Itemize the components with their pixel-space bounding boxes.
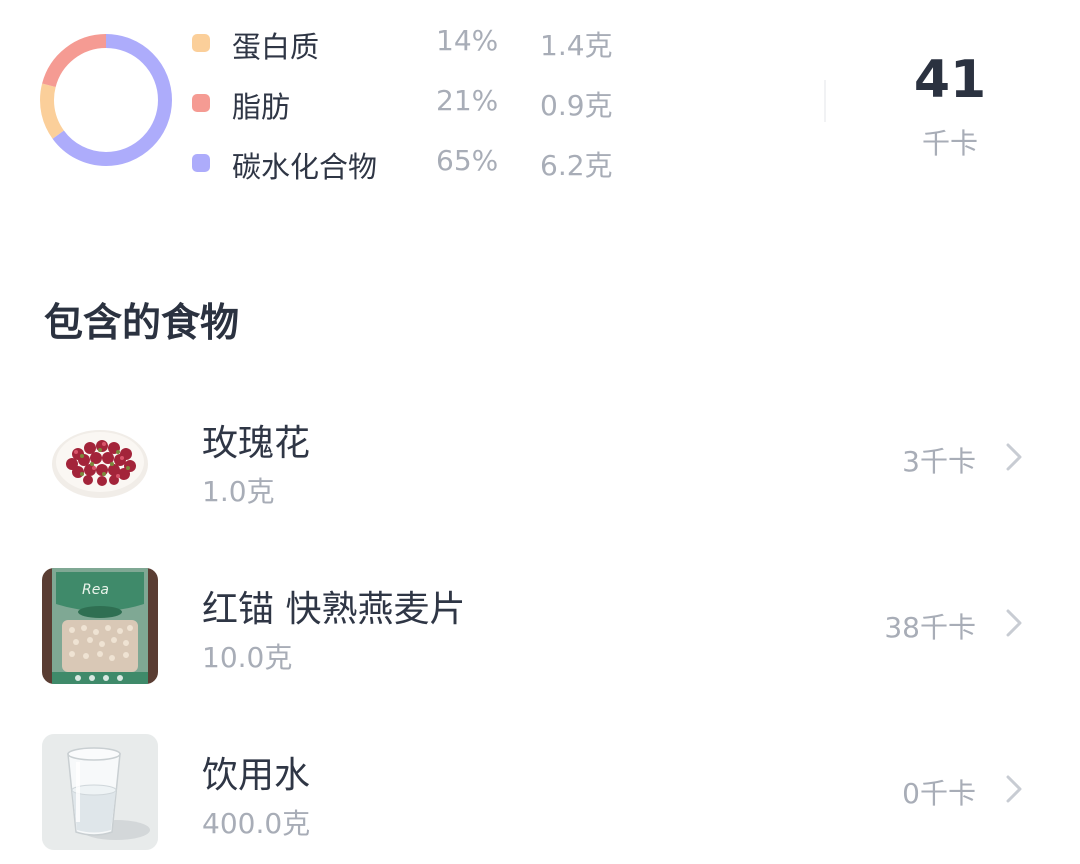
macro-label: 蛋白质 bbox=[232, 30, 320, 64]
macro-label: 脂肪 bbox=[232, 90, 291, 124]
total-calories-value: 41 bbox=[913, 50, 987, 110]
food-weight: 10.0克 bbox=[202, 641, 293, 674]
food-calories: 3千卡 bbox=[902, 445, 976, 478]
total-calories-unit: 千卡 bbox=[921, 127, 978, 160]
food-calories: 0千卡 bbox=[902, 777, 976, 810]
summary-divider bbox=[824, 80, 826, 122]
protein-legend-dot bbox=[192, 34, 210, 52]
macro-row-protein: 蛋白质 14% 1.4克 bbox=[192, 22, 632, 64]
chevron-right-icon bbox=[1006, 443, 1022, 471]
macro-amount: 0.9克 bbox=[540, 89, 613, 122]
macro-row-carbs: 碳水化合物 65% 6.2克 bbox=[192, 142, 632, 184]
nutrition-summary: 蛋白质 14% 1.4克 脂肪 21% 0.9克 碳水化合物 65% 6.2克 … bbox=[0, 0, 1080, 200]
macro-row-fat: 脂肪 21% 0.9克 bbox=[192, 82, 632, 124]
food-weight: 400.0克 bbox=[202, 807, 311, 840]
food-name: 玫瑰花 bbox=[202, 423, 311, 464]
macro-percent: 65% bbox=[436, 144, 499, 177]
food-item-water[interactable]: 饮用水 400.0克 0千卡 bbox=[0, 728, 1080, 858]
food-item-oats[interactable]: Rea 红锚 快熟燕麦片 10.0克 38千卡 bbox=[0, 562, 1080, 692]
macro-amount: 1.4克 bbox=[540, 29, 613, 62]
oats-package-photo-icon: Rea bbox=[42, 568, 158, 684]
fat-legend-dot bbox=[192, 94, 210, 112]
food-weight: 1.0克 bbox=[202, 475, 275, 508]
food-name: 饮用水 bbox=[202, 755, 311, 796]
water-glass-photo-icon bbox=[42, 734, 158, 850]
chevron-right-icon bbox=[1006, 775, 1022, 803]
food-calories: 38千卡 bbox=[884, 611, 976, 644]
macro-percent: 14% bbox=[436, 24, 499, 57]
macro-label: 碳水化合物 bbox=[232, 150, 378, 184]
foods-section-title: 包含的食物 bbox=[44, 301, 240, 346]
macro-amount: 6.2克 bbox=[540, 149, 613, 182]
food-item-rose[interactable]: 玫瑰花 1.0克 3千卡 bbox=[0, 396, 1080, 526]
rose-tea-photo-icon bbox=[42, 402, 158, 518]
macro-percent: 21% bbox=[436, 84, 499, 117]
carbs-legend-dot bbox=[192, 154, 210, 172]
macro-donut-chart bbox=[40, 34, 172, 166]
food-name: 红锚 快熟燕麦片 bbox=[202, 589, 466, 630]
chevron-right-icon bbox=[1006, 609, 1022, 637]
svg-text:Rea: Rea bbox=[82, 582, 109, 598]
